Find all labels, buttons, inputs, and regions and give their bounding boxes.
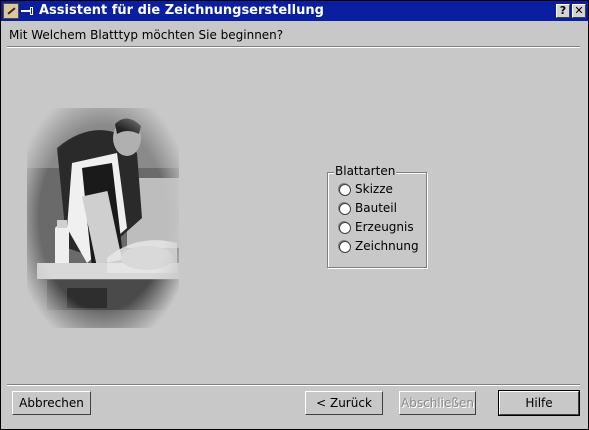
window-title: Assistent für die Zeichnungserstellung [39,3,324,18]
radio-zeichnung-label[interactable]: Zeichnung [355,239,419,253]
cancel-button[interactable]: Abbrechen [12,391,91,415]
radio-bauteil-label[interactable]: Bauteil [355,201,397,215]
radio-erzeugnis-label[interactable]: Erzeugnis [355,220,414,234]
back-button[interactable]: < Zurück [305,391,383,415]
radio-icon[interactable] [339,222,351,234]
radio-icon[interactable] [339,184,351,196]
wizard-window: Assistent für die Zeichnungserstellung ?… [0,0,589,430]
app-icon[interactable] [3,3,19,19]
question-label: Mit Welchem Blatttyp möchten Sie beginne… [9,28,284,42]
workshop-photo [27,108,179,328]
radio-skizze-label[interactable]: Skizze [355,182,393,196]
title-bar[interactable]: Assistent für die Zeichnungserstellung ?… [1,1,588,21]
radio-icon[interactable] [339,203,351,215]
top-divider [7,46,580,48]
finish-button[interactable]: Abschließen [399,391,476,415]
help-icon[interactable]: ? [556,4,570,18]
bottom-divider [7,384,580,386]
help-button[interactable]: Hilfe [498,390,580,416]
pin-icon[interactable] [21,5,35,17]
sheet-type-group-label: Blattarten [334,164,397,178]
close-icon[interactable]: ✕ [572,4,586,18]
radio-icon[interactable] [339,241,351,253]
